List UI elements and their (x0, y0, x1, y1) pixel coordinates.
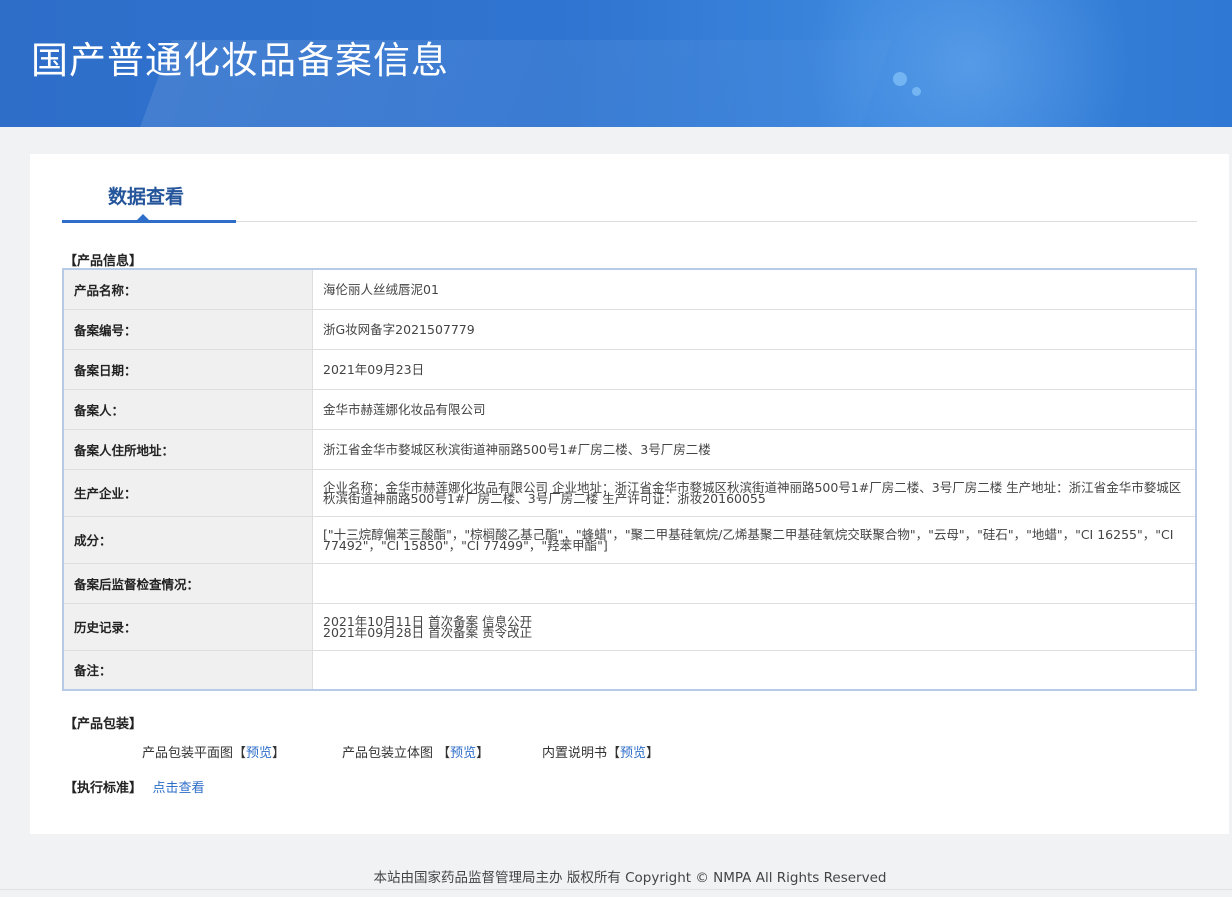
page-title: 国产普通化妆品备案信息 (31, 39, 449, 82)
row-label: 备案日期： (62, 348, 313, 390)
tab-data-view[interactable]: 数据查看 (108, 182, 184, 209)
row-value: 浙江省金华市婺城区秋滨街道神丽路500号1#厂房二楼、3号厂房二楼 (312, 428, 1197, 470)
table-row: 备注： (62, 649, 1197, 691)
row-label: 备注： (62, 649, 313, 691)
table-row: 生产企业： 企业名称：金华市赫莲娜化妆品有限公司 企业地址：浙江省金华市婺城区秋… (62, 468, 1197, 517)
content-panel: 数据查看 【产品信息】 产品名称： 海伦丽人丝绒唇泥01 备案编号： 浙G妆网备… (30, 154, 1229, 834)
row-label: 备案后监督检查情况： (62, 562, 313, 604)
table-row: 备案人： 金华市赫莲娜化妆品有限公司 (62, 388, 1197, 430)
table-row: 备案后监督检查情况： (62, 562, 1197, 604)
row-value: ["十三烷醇偏苯三酸酯"，"棕榈酸乙基己酯"，"蜂蜡"，"聚二甲基硅氧烷/乙烯基… (312, 515, 1197, 564)
banner-dot (912, 87, 921, 96)
packaging-item-label: 产品包装平面图 (142, 746, 234, 761)
row-value: 海伦丽人丝绒唇泥01 (312, 268, 1197, 310)
header-banner: 国产普通化妆品备案信息 (0, 0, 1232, 127)
packaging-item: 产品包装平面图【预览】 (142, 746, 286, 761)
packaging-item: 内置说明书【预览】 (542, 746, 660, 761)
table-row: 备案日期： 2021年09月23日 (62, 348, 1197, 390)
row-value: 2021年10月11日 首次备案 信息公开 2021年09月28日 首次备案 责… (312, 602, 1197, 651)
standard-title: 【执行标准】 (64, 781, 143, 796)
row-value: 企业名称：金华市赫莲娜化妆品有限公司 企业地址：浙江省金华市婺城区秋滨街道神丽路… (312, 468, 1197, 517)
packaging-title: 【产品包装】 (64, 717, 143, 732)
row-value: 浙G妆网备字2021507779 (312, 308, 1197, 350)
row-value (312, 649, 1197, 691)
table-row: 历史记录： 2021年10月11日 首次备案 信息公开 2021年09月28日 … (62, 602, 1197, 651)
footer-divider (0, 889, 1232, 890)
row-label: 历史记录： (62, 602, 313, 651)
footer-copyright: 本站由国家药品监督管理局主办 版权所有 Copyright © NMPA All… (373, 870, 887, 886)
row-value (312, 562, 1197, 604)
tab-caret-icon (136, 214, 150, 221)
packaging-item: 产品包装立体图 【预览】 (342, 746, 490, 761)
banner-dot (893, 72, 907, 86)
row-label: 生产企业： (62, 468, 313, 517)
preview-link-manual[interactable]: 预览 (620, 746, 646, 761)
table-row: 备案编号： 浙G妆网备字2021507779 (62, 308, 1197, 350)
product-info-title: 【产品信息】 (64, 254, 143, 269)
preview-link-3d[interactable]: 预览 (450, 746, 476, 761)
product-info-table: 产品名称： 海伦丽人丝绒唇泥01 备案编号： 浙G妆网备字2021507779 … (62, 268, 1197, 691)
preview-link-flat[interactable]: 预览 (246, 746, 272, 761)
row-label: 备案编号： (62, 308, 313, 350)
view-standard-link[interactable]: 点击查看 (153, 781, 205, 796)
banner-glow (760, 0, 1180, 127)
table-row: 产品名称： 海伦丽人丝绒唇泥01 (62, 268, 1197, 310)
row-label: 产品名称： (62, 268, 313, 310)
standard-section: 【执行标准】 点击查看 (64, 777, 205, 796)
table-row: 成分： ["十三烷醇偏苯三酸酯"，"棕榈酸乙基己酯"，"蜂蜡"，"聚二甲基硅氧烷… (62, 515, 1197, 564)
packaging-item-label: 内置说明书 (542, 746, 608, 761)
row-label: 备案人住所地址： (62, 428, 313, 470)
row-label: 备案人： (62, 388, 313, 430)
packaging-item-label: 产品包装立体图 (342, 746, 438, 761)
history-entry: 2021年09月28日 首次备案 责令改正 (323, 624, 533, 640)
row-value: 2021年09月23日 (312, 348, 1197, 390)
row-label: 成分： (62, 515, 313, 564)
row-value: 金华市赫莲娜化妆品有限公司 (312, 388, 1197, 430)
table-row: 备案人住所地址： 浙江省金华市婺城区秋滨街道神丽路500号1#厂房二楼、3号厂房… (62, 428, 1197, 470)
